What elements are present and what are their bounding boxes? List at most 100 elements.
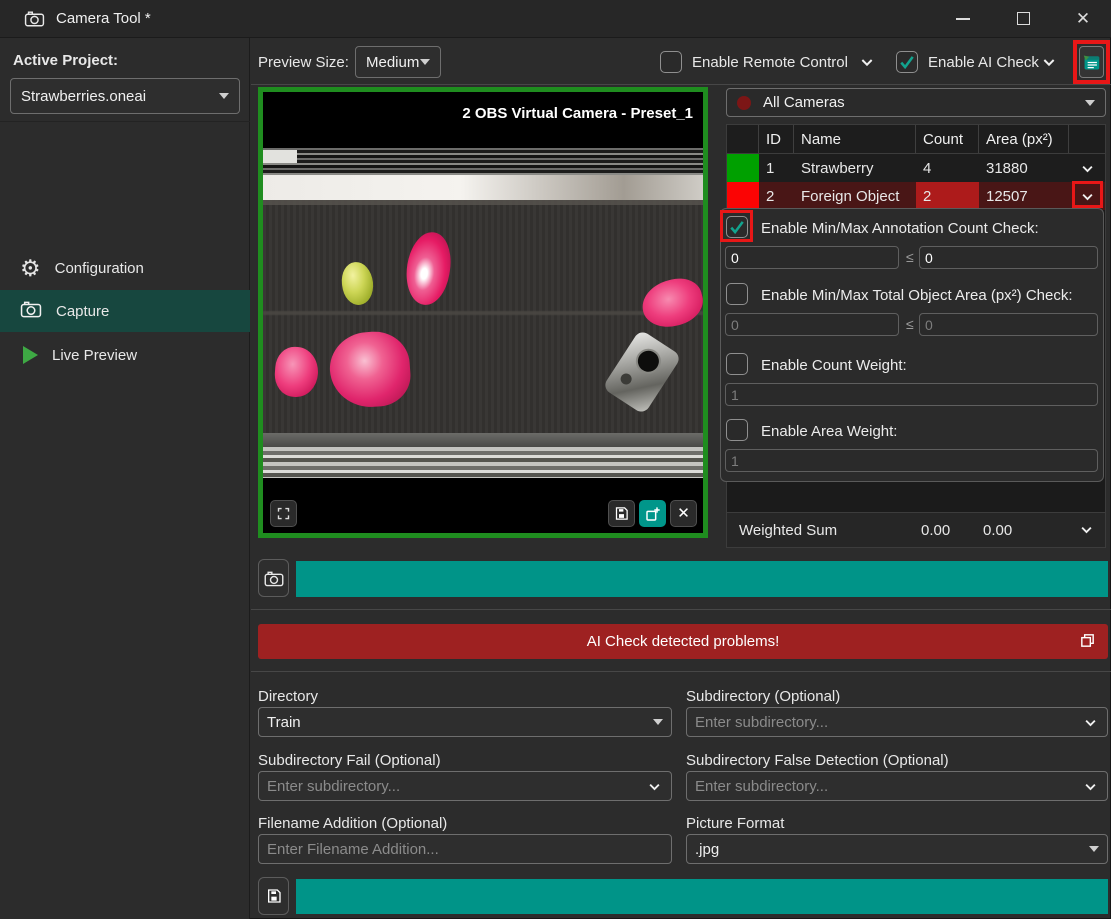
gear-icon: ⚙ [20,257,41,280]
subdirectory-combo[interactable] [686,707,1108,737]
subdirectory-false-detection-input[interactable] [695,778,1082,795]
directory-select[interactable]: Train [258,707,672,737]
picture-format-select[interactable]: .jpg [686,834,1108,864]
ai-check-checkbox[interactable] [896,51,918,73]
camera-app-icon [24,10,45,31]
active-project-label: Active Project: [13,52,118,69]
weighted-sum-count: 0.00 [921,522,950,539]
row-expand-chevron[interactable] [1069,182,1105,210]
total-area-check-label: Enable Min/Max Total Object Area (px²) C… [761,287,1073,304]
preview-size-select[interactable]: Medium [355,46,441,78]
toolbar-divider [251,84,1111,85]
ai-check-alert-banner: AI Check detected problems! [258,624,1108,659]
camera-preview: 2 OBS Virtual Camera - Preset_1 [258,87,708,538]
status-dot-icon [737,96,751,110]
total-area-max-input[interactable] [919,313,1098,336]
header-area: Area (px²) [979,125,1069,153]
subdirectory-input[interactable] [695,714,1082,731]
minimize-button[interactable] [940,0,986,37]
picture-format-value: .jpg [695,841,719,858]
dropdown-triangle-icon [1085,100,1095,106]
sidebar-item-live-preview[interactable]: Live Preview [0,334,250,376]
camera-icon [20,300,42,322]
open-details-popup-button[interactable] [1079,632,1096,653]
count-alert-cell: 2 [916,182,979,210]
project-select-value: Strawberries.oneai [21,88,146,105]
area-weight-label: Enable Area Weight: [761,423,897,440]
preview-expand-button[interactable] [270,500,297,527]
report-list-icon [1082,54,1101,71]
detection-table-header: ID Name Count Area (px²) [727,125,1105,154]
chevron-down-icon[interactable] [1082,779,1099,794]
ai-check-alert-message: AI Check detected problems! [587,633,780,650]
count-weight-checkbox[interactable] [726,353,748,375]
subdirectory-label: Subdirectory (Optional) [686,688,840,705]
dropdown-triangle-icon [219,93,229,99]
conveyor-rail-bottom [263,447,703,478]
weighted-sum-label: Weighted Sum [739,522,837,539]
area-weight-input[interactable] [725,449,1098,472]
copy-popup-icon [1079,632,1096,649]
remote-control-checkbox[interactable] [660,51,682,73]
weighted-sum-row[interactable]: Weighted Sum 0.00 0.00 [726,512,1106,548]
table-row-foreign-object[interactable]: 2 Foreign Object 2 12507 [727,182,1105,210]
class-check-settings-panel: Enable Min/Max Annotation Count Check: ≤… [720,208,1104,482]
camera-filter-value: All Cameras [763,94,845,111]
maximize-button[interactable] [1000,0,1046,37]
subdirectory-fail-input[interactable] [267,778,646,795]
class-color-swatch [727,182,759,210]
save-icon [266,888,282,904]
camera-filter-select[interactable]: All Cameras [726,88,1106,117]
close-button[interactable]: ✕ [1060,0,1106,37]
leq-symbol: ≤ [906,249,914,265]
header-id: ID [759,125,794,153]
sidebar-item-configuration[interactable]: ⚙ Configuration [0,247,250,289]
project-select[interactable]: Strawberries.oneai [10,78,240,114]
ai-check-expand-chevron-icon[interactable] [1040,54,1058,70]
conveyor-rail [263,148,703,175]
filename-addition-input[interactable] [267,841,663,858]
title-bar: Camera Tool * ✕ [0,0,1111,38]
annotation-count-min-input[interactable] [725,246,899,269]
area-weight-checkbox[interactable] [726,419,748,441]
weighted-sum-expand-chevron[interactable] [1078,522,1095,541]
sidebar-item-capture[interactable]: Capture [0,290,250,332]
subdirectory-false-detection-combo[interactable] [686,771,1108,801]
save-settings-button[interactable] [258,877,289,915]
annotation-count-check-checkbox[interactable] [726,216,748,238]
dropdown-triangle-icon [653,719,663,725]
save-icon [614,506,629,521]
capture-progress-bar [296,561,1108,597]
sidebar-item-label: Capture [56,303,109,320]
count-weight-input[interactable] [725,383,1098,406]
capture-photo-button[interactable] [258,559,289,597]
filename-addition-field[interactable] [258,834,672,864]
total-area-min-input[interactable] [725,313,899,336]
count-weight-label: Enable Count Weight: [761,357,907,374]
preview-close-button[interactable]: ✕ [670,500,697,527]
expand-icon [276,506,291,521]
preview-add-to-dataset-button[interactable] [639,500,666,527]
table-row-strawberry[interactable]: 1 Strawberry 4 31880 [727,154,1105,182]
remote-control-expand-chevron-icon[interactable] [858,54,876,70]
ai-check-report-button[interactable] [1079,46,1104,78]
play-icon [23,346,38,364]
chevron-down-icon [1079,189,1096,204]
total-area-check-checkbox[interactable] [726,283,748,305]
directory-label: Directory [258,688,318,705]
camera-tool-window: Camera Tool * ✕ Active Project: Strawber… [0,0,1111,919]
annotation-count-max-input[interactable] [919,246,1098,269]
row-expand-chevron[interactable] [1069,154,1105,182]
subdirectory-fail-combo[interactable] [258,771,672,801]
class-color-swatch [727,154,759,182]
preview-save-button[interactable] [608,500,635,527]
directory-value: Train [267,714,301,731]
chevron-down-icon [1079,161,1096,176]
chevron-down-icon[interactable] [1082,715,1099,730]
table-empty-strip [726,482,1106,512]
sidebar-item-label: Live Preview [52,347,137,364]
ai-check-label: Enable AI Check [928,54,1039,71]
conveyor-edge [263,175,703,200]
chevron-down-icon[interactable] [646,779,663,794]
section-divider [251,609,1111,610]
